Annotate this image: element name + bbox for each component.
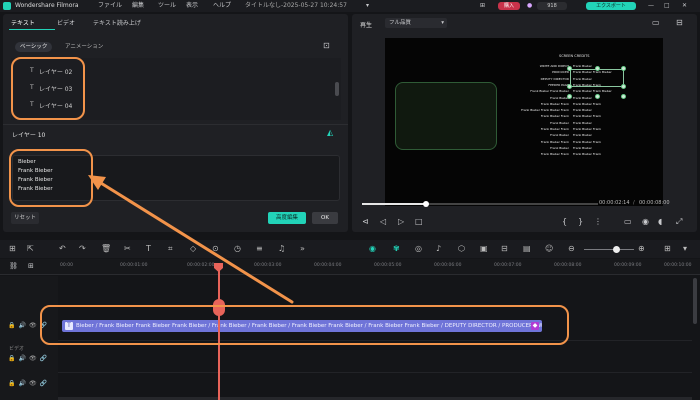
annotation-arrow <box>88 175 294 304</box>
filmora-window: Wondershare Filmora ファイル 編集 ツール 表示 ヘルプ タ… <box>0 0 700 400</box>
